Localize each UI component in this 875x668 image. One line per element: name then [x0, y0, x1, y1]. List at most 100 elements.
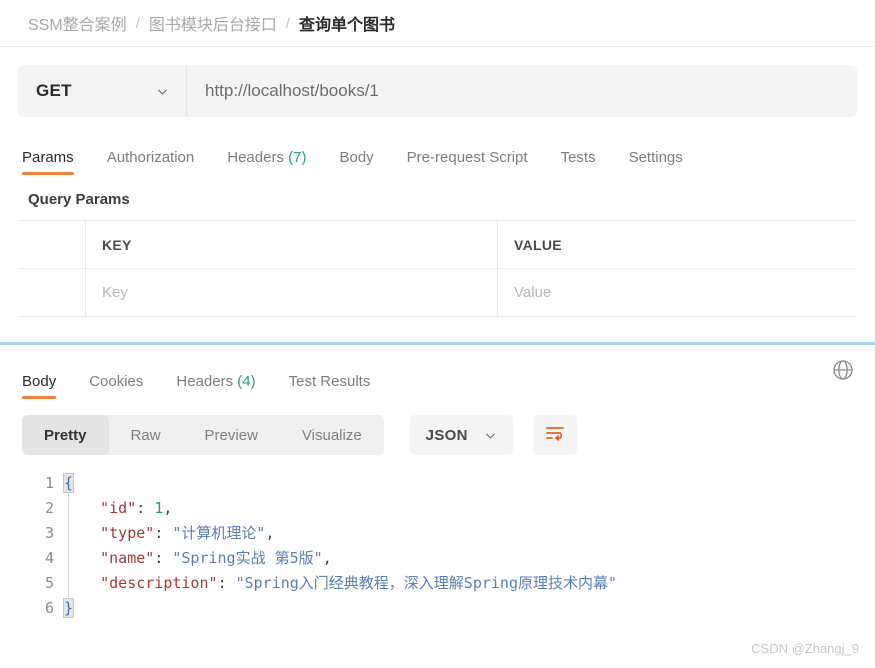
- json-key-name: "name": [100, 549, 155, 567]
- language-dropdown[interactable]: JSON: [409, 415, 513, 455]
- breadcrumb: SSM整合案例 / 图书模块后台接口 / 查询单个图书: [0, 0, 875, 47]
- json-response-body[interactable]: 1 2 3 4 5 6 { "id": 1, "type": "计算机理论", …: [18, 471, 857, 621]
- format-preview-label: Preview: [204, 426, 258, 444]
- tab-params-label: Params: [22, 149, 74, 166]
- tab-pre-request-script-label: Pre-request Script: [406, 149, 528, 166]
- breadcrumb-separator: /: [285, 14, 291, 32]
- format-visualize-label: Visualize: [301, 426, 362, 444]
- json-comma: ,: [265, 524, 275, 542]
- line-number: 2: [44, 499, 54, 517]
- json-value-id: 1: [154, 499, 164, 517]
- tab-pre-request-script[interactable]: Pre-request Script: [407, 149, 528, 175]
- json-code[interactable]: { "id": 1, "type": "计算机理论", "name": "Spr…: [62, 471, 857, 621]
- response-tab-headers-label: Headers: [176, 373, 234, 390]
- json-line-3: "type": "计算机理论",: [100, 524, 275, 542]
- watermark: CSDN @Zhangj_9: [751, 641, 859, 656]
- json-open-brace[interactable]: {: [62, 473, 75, 493]
- json-key-id: "id": [100, 499, 137, 517]
- indent-guide: [68, 493, 69, 597]
- row-key-input[interactable]: Key: [86, 269, 498, 316]
- header-value-label: VALUE: [514, 236, 562, 253]
- response-tab-test-results[interactable]: Test Results: [289, 373, 371, 399]
- json-value-type: "计算机理论": [172, 524, 266, 542]
- breadcrumb-separator: /: [135, 14, 140, 32]
- tab-headers[interactable]: Headers (7): [227, 149, 306, 175]
- response-tab-cookies[interactable]: Cookies: [89, 373, 143, 399]
- tab-authorization[interactable]: Authorization: [107, 149, 195, 175]
- tab-body-label: Body: [339, 149, 374, 166]
- tab-settings[interactable]: Settings: [629, 149, 683, 175]
- response-tab-cookies-label: Cookies: [89, 373, 144, 390]
- url-input[interactable]: http://localhost/books/1: [186, 65, 857, 117]
- tab-authorization-label: Authorization: [106, 149, 195, 166]
- json-line-5: "description": "Spring入门经典教程，深入理解Spring原…: [100, 574, 618, 592]
- http-method-dropdown[interactable]: GET: [18, 65, 186, 117]
- format-preview-button[interactable]: Preview: [183, 415, 280, 455]
- line-number: 6: [44, 599, 54, 617]
- tab-headers-count: (7): [288, 149, 307, 166]
- line-number-gutter: 1 2 3 4 5 6: [18, 471, 64, 621]
- breadcrumb-item-1[interactable]: SSM整合案例: [28, 11, 127, 35]
- header-key-label: KEY: [102, 236, 132, 253]
- response-tab-headers[interactable]: Headers (4): [176, 373, 255, 399]
- tab-headers-label: Headers: [227, 149, 284, 166]
- header-key-cell: KEY: [86, 221, 498, 268]
- globe-icon[interactable]: [831, 358, 855, 387]
- line-number: 1: [44, 474, 54, 492]
- json-line-4: "name": "Spring实战 第5版",: [100, 549, 332, 567]
- tab-settings-label: Settings: [628, 149, 683, 166]
- line-number: 5: [44, 574, 54, 592]
- json-key-type: "type": [100, 524, 155, 542]
- row-key-placeholder: Key: [102, 284, 128, 301]
- json-comma: ,: [163, 499, 173, 517]
- format-raw-button[interactable]: Raw: [109, 415, 183, 455]
- json-close-brace[interactable]: }: [62, 598, 75, 618]
- url-bar: GET http://localhost/books/1: [18, 65, 857, 117]
- query-params-table: KEY VALUE Key Value: [18, 220, 857, 317]
- header-value-cell: VALUE: [498, 221, 857, 268]
- language-label: JSON: [425, 426, 468, 444]
- row-value-input[interactable]: Value: [498, 269, 857, 316]
- chevron-down-icon: [156, 85, 169, 98]
- url-text: http://localhost/books/1: [205, 81, 379, 100]
- response-tab-body[interactable]: Body: [22, 373, 57, 399]
- breadcrumb-item-2[interactable]: 图书模块后台接口: [149, 11, 277, 35]
- tab-tests-label: Tests: [560, 149, 596, 166]
- json-comma: ,: [322, 549, 332, 567]
- pane-divider[interactable]: [0, 342, 875, 345]
- row-checkbox-cell[interactable]: [18, 269, 86, 316]
- request-pane: GET http://localhost/books/1 Params Auth…: [0, 65, 875, 317]
- header-checkbox-cell: [18, 221, 86, 268]
- format-pretty-label: Pretty: [44, 426, 87, 444]
- json-value-description: "Spring入门经典教程，深入理解Spring原理技术内幕": [235, 574, 618, 592]
- tab-params[interactable]: Params: [22, 149, 74, 175]
- table-header-row: KEY VALUE: [18, 221, 857, 268]
- line-number: 3: [44, 524, 54, 542]
- json-line-1: {: [62, 471, 857, 496]
- json-value-name: "Spring实战 第5版": [172, 549, 323, 567]
- format-segmented-control: Pretty Raw Preview Visualize: [22, 415, 384, 455]
- wrap-text-button[interactable]: [532, 415, 577, 455]
- response-tab-body-label: Body: [22, 373, 57, 390]
- format-visualize-button[interactable]: Visualize: [280, 415, 384, 455]
- http-method-label: GET: [36, 81, 72, 100]
- query-params-title: Query Params: [28, 191, 130, 208]
- response-tabs: Body Cookies Headers (4) Test Results: [18, 357, 857, 399]
- row-value-placeholder: Value: [514, 284, 552, 301]
- json-key-description: "description": [100, 574, 218, 592]
- json-line-2: "id": 1,: [100, 499, 173, 517]
- response-tab-headers-count: (4): [237, 373, 256, 390]
- breadcrumb-item-current: 查询单个图书: [299, 17, 396, 34]
- format-raw-label: Raw: [130, 426, 161, 444]
- json-line-6: }: [62, 596, 857, 621]
- tab-body[interactable]: Body: [339, 149, 373, 175]
- tab-tests[interactable]: Tests: [561, 149, 596, 175]
- response-tab-test-results-label: Test Results: [288, 373, 371, 390]
- table-row[interactable]: Key Value: [18, 268, 857, 316]
- wrap-text-icon: [544, 423, 566, 448]
- format-toolbar: Pretty Raw Preview Visualize JSON: [18, 415, 857, 455]
- line-number: 4: [44, 549, 54, 567]
- request-tabs: Params Authorization Headers (7) Body Pr…: [18, 137, 857, 175]
- chevron-down-icon: [484, 429, 497, 442]
- format-pretty-button[interactable]: Pretty: [22, 415, 109, 455]
